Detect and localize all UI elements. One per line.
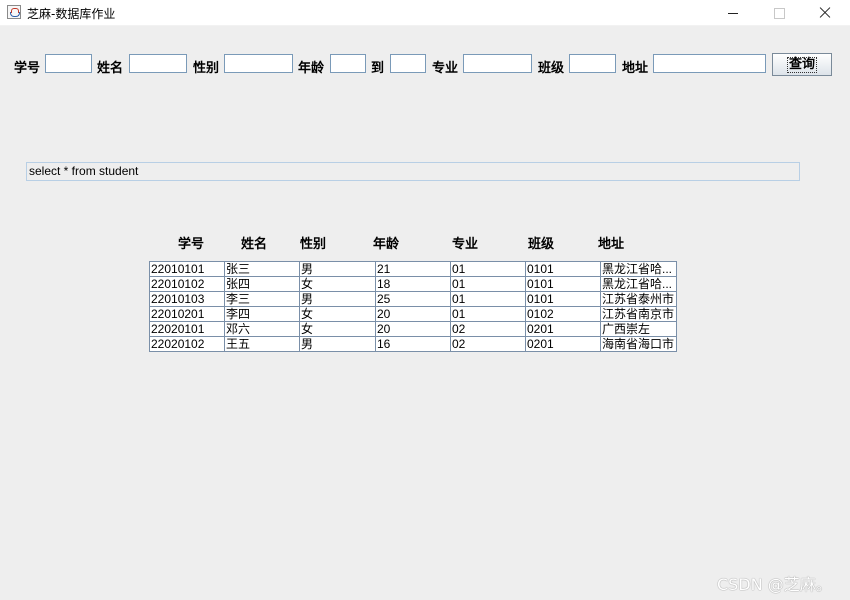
cell-id[interactable]: 22020101	[149, 321, 225, 337]
student-id-input[interactable]	[45, 54, 92, 73]
cell-id[interactable]: 22010201	[149, 306, 225, 322]
major-input[interactable]	[463, 54, 532, 73]
column-header-name: 姓名	[241, 237, 268, 252]
cell-name[interactable]: 王五	[224, 336, 300, 352]
cell-major[interactable]: 01	[450, 276, 526, 292]
column-header-class: 班级	[528, 237, 555, 252]
cell-age[interactable]: 20	[375, 321, 451, 337]
app-window: 芝麻-数据库作业 学号 姓名 性别 年龄 到 专业 班级 地址 查询 selec…	[0, 0, 850, 600]
student-table: 22010101 张三 男 21 01 0101 黑龙江省哈... 220101…	[149, 261, 677, 352]
cell-gender[interactable]: 男	[299, 291, 376, 307]
java-app-icon	[7, 5, 21, 19]
query-button-label: 查询	[786, 57, 818, 73]
cell-address[interactable]: 江苏省南京市	[600, 306, 677, 322]
label-class: 班级	[538, 61, 565, 76]
column-header-id: 学号	[178, 237, 205, 252]
cell-major[interactable]: 02	[450, 336, 526, 352]
cell-class[interactable]: 0101	[525, 261, 601, 277]
cell-gender[interactable]: 男	[299, 261, 376, 277]
maximize-icon[interactable]	[756, 0, 802, 26]
age-from-input[interactable]	[330, 54, 366, 73]
column-header-address: 地址	[598, 237, 625, 252]
cell-class[interactable]: 0102	[525, 306, 601, 322]
cell-id[interactable]: 22010101	[149, 261, 225, 277]
label-name: 姓名	[97, 61, 124, 76]
cell-major[interactable]: 01	[450, 291, 526, 307]
cell-major[interactable]: 02	[450, 321, 526, 337]
column-header-major: 专业	[452, 237, 479, 252]
cell-id[interactable]: 22010102	[149, 276, 225, 292]
column-header-age: 年龄	[373, 237, 400, 252]
class-input[interactable]	[569, 54, 616, 73]
cell-age[interactable]: 16	[375, 336, 451, 352]
age-to-input[interactable]	[390, 54, 426, 73]
cell-address[interactable]: 黑龙江省哈...	[600, 276, 677, 292]
label-major: 专业	[432, 61, 459, 76]
cell-name[interactable]: 李三	[224, 291, 300, 307]
cell-major[interactable]: 01	[450, 306, 526, 322]
cell-address[interactable]: 海南省海口市	[600, 336, 677, 352]
window-title: 芝麻-数据库作业	[27, 7, 116, 21]
cell-gender[interactable]: 男	[299, 336, 376, 352]
cell-name[interactable]: 张四	[224, 276, 300, 292]
cell-address[interactable]: 江苏省泰州市	[600, 291, 677, 307]
cell-address[interactable]: 广西崇左	[600, 321, 677, 337]
cell-age[interactable]: 25	[375, 291, 451, 307]
address-input[interactable]	[653, 54, 766, 73]
cell-age[interactable]: 20	[375, 306, 451, 322]
cell-gender[interactable]: 女	[299, 306, 376, 322]
cell-name[interactable]: 张三	[224, 261, 300, 277]
cell-name[interactable]: 李四	[224, 306, 300, 322]
cell-class[interactable]: 0101	[525, 291, 601, 307]
sql-statement-field[interactable]: select * from student	[26, 162, 800, 181]
cell-id[interactable]: 22010103	[149, 291, 225, 307]
query-button[interactable]: 查询	[772, 53, 832, 76]
close-icon[interactable]	[802, 0, 848, 26]
cell-gender[interactable]: 女	[299, 276, 376, 292]
cell-major[interactable]: 01	[450, 261, 526, 277]
name-input[interactable]	[129, 54, 187, 73]
cell-name[interactable]: 邓六	[224, 321, 300, 337]
label-address: 地址	[622, 61, 649, 76]
table-row[interactable]: 22010201 李四 女 20 01 0102 江苏省南京市	[149, 306, 677, 322]
cell-age[interactable]: 21	[375, 261, 451, 277]
cell-gender[interactable]: 女	[299, 321, 376, 337]
column-header-gender: 性别	[300, 237, 327, 252]
gender-input[interactable]	[224, 54, 293, 73]
label-gender: 性别	[193, 61, 220, 76]
label-age: 年龄	[298, 61, 325, 76]
cell-id[interactable]: 22020102	[149, 336, 225, 352]
table-row[interactable]: 22010102 张四 女 18 01 0101 黑龙江省哈...	[149, 276, 677, 292]
table-row[interactable]: 22010103 李三 男 25 01 0101 江苏省泰州市	[149, 291, 677, 307]
csdn-watermark: CSDN @芝麻。	[717, 575, 832, 594]
minimize-icon[interactable]	[710, 0, 756, 26]
cell-class[interactable]: 0201	[525, 336, 601, 352]
table-row[interactable]: 22010101 张三 男 21 01 0101 黑龙江省哈...	[149, 261, 677, 277]
title-bar: 芝麻-数据库作业	[0, 0, 850, 26]
table-row[interactable]: 22020102 王五 男 16 02 0201 海南省海口市	[149, 336, 677, 352]
cell-age[interactable]: 18	[375, 276, 451, 292]
cell-class[interactable]: 0201	[525, 321, 601, 337]
label-to: 到	[371, 61, 385, 76]
cell-class[interactable]: 0101	[525, 276, 601, 292]
table-row[interactable]: 22020101 邓六 女 20 02 0201 广西崇左	[149, 321, 677, 337]
label-student-id: 学号	[14, 61, 41, 76]
cell-address[interactable]: 黑龙江省哈...	[600, 261, 677, 277]
